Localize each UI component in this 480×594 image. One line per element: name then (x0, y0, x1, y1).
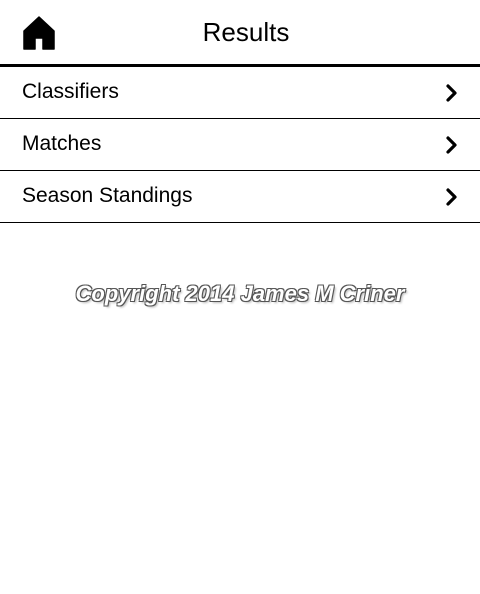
copyright-text: Copyright 2014 James M Criner (75, 281, 405, 306)
chevron-right-icon (442, 83, 462, 103)
menu-item-matches[interactable]: Matches (0, 119, 480, 171)
chevron-right-icon (442, 187, 462, 207)
header-bar: Results (0, 0, 480, 67)
menu-item-label: Season Standings (22, 184, 193, 207)
menu-item-label: Matches (22, 132, 102, 155)
menu-item-classifiers[interactable]: Classifiers (0, 67, 480, 119)
menu-item-label: Classifiers (22, 80, 119, 103)
page-title: Results (202, 17, 290, 47)
chevron-right-icon (442, 135, 462, 155)
results-menu: Classifiers Matches Season Standings (0, 67, 480, 223)
menu-item-season-standings[interactable]: Season Standings (0, 171, 480, 223)
